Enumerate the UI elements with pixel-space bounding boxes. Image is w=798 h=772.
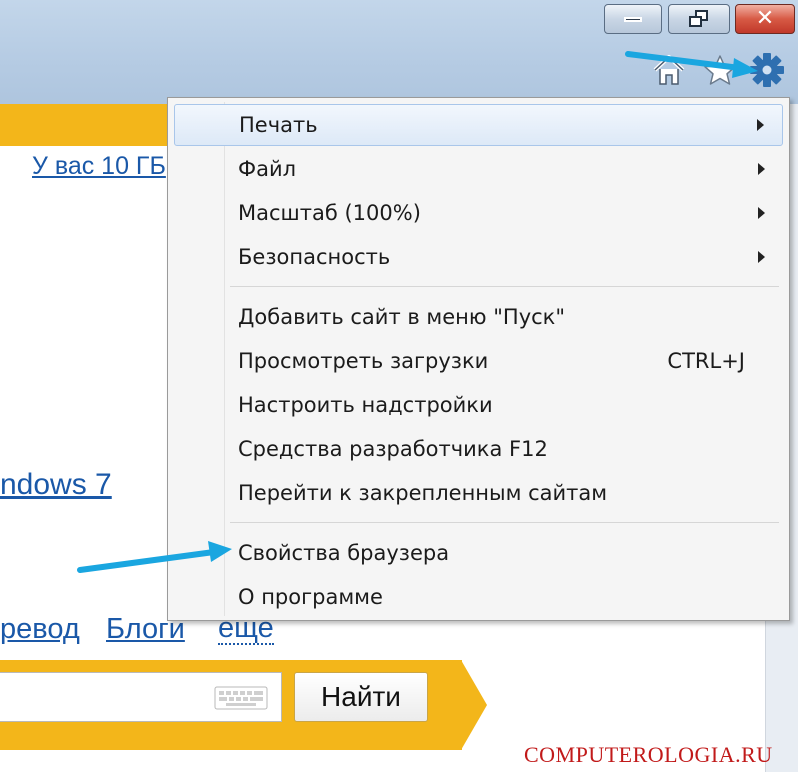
search-button[interactable]: Найти	[294, 672, 428, 722]
menu-item-label: Настроить надстройки	[238, 393, 493, 417]
menu-item-label: О программе	[238, 585, 383, 609]
windows7-link[interactable]: ndows 7	[0, 468, 112, 502]
menu-item-developer-tools[interactable]: Средства разработчика F12	[174, 428, 783, 470]
home-icon[interactable]	[652, 54, 686, 86]
menu-item-label: Безопасность	[238, 245, 391, 269]
close-icon: ✕	[755, 6, 775, 31]
gear-icon[interactable]	[747, 50, 787, 90]
menu-item-safety[interactable]: Безопасность	[174, 236, 783, 278]
page-header-bar	[0, 104, 170, 146]
menu-item-label: Свойства браузера	[238, 541, 450, 565]
menu-item-manage-addons[interactable]: Настроить надстройки	[174, 384, 783, 426]
menu-item-file[interactable]: Файл	[174, 148, 783, 190]
tools-menu: Печать Файл Масштаб (100%) Безопасность …	[167, 97, 790, 621]
star-icon[interactable]	[702, 54, 738, 86]
watermark-text: COMPUTEROLOGIA.RU	[524, 742, 773, 767]
close-button[interactable]: ✕	[735, 4, 795, 34]
menu-item-view-downloads[interactable]: Просмотреть загрузки CTRL+J	[174, 340, 783, 382]
menu-item-label: Добавить сайт в меню "Пуск"	[238, 305, 566, 329]
submenu-arrow-icon	[758, 251, 765, 263]
menu-item-internet-options[interactable]: Свойства браузера	[174, 532, 783, 574]
minimize-icon	[624, 16, 642, 22]
nav-link-translate[interactable]: ревод	[0, 613, 80, 646]
menu-item-shortcut: CTRL+J	[667, 349, 745, 373]
menu-item-zoom[interactable]: Масштаб (100%)	[174, 192, 783, 234]
keyboard-icon[interactable]	[214, 686, 268, 710]
submenu-arrow-icon	[757, 119, 764, 131]
menu-item-pinned-sites[interactable]: Перейти к закрепленным сайтам	[174, 472, 783, 514]
menu-separator	[230, 286, 779, 287]
menu-item-label: Масштаб (100%)	[238, 201, 421, 225]
menu-item-label: Перейти к закрепленным сайтам	[238, 481, 608, 505]
menu-item-label: Файл	[238, 157, 297, 181]
submenu-arrow-icon	[758, 163, 765, 175]
storage-link[interactable]: У вас 10 ГБ	[32, 152, 166, 181]
menu-item-label: Печать	[239, 113, 318, 137]
menu-item-about[interactable]: О программе	[174, 576, 783, 618]
menu-item-print[interactable]: Печать	[174, 104, 783, 146]
menu-item-label: Просмотреть загрузки	[238, 349, 489, 373]
restore-icon	[688, 10, 710, 28]
search-band-arrow	[461, 660, 487, 750]
minimize-button[interactable]	[604, 4, 662, 34]
menu-item-label: Средства разработчика F12	[238, 437, 548, 461]
menu-separator	[230, 522, 779, 523]
submenu-arrow-icon	[758, 207, 765, 219]
menu-item-add-to-start[interactable]: Добавить сайт в меню "Пуск"	[174, 296, 783, 338]
restore-button[interactable]	[668, 4, 730, 34]
